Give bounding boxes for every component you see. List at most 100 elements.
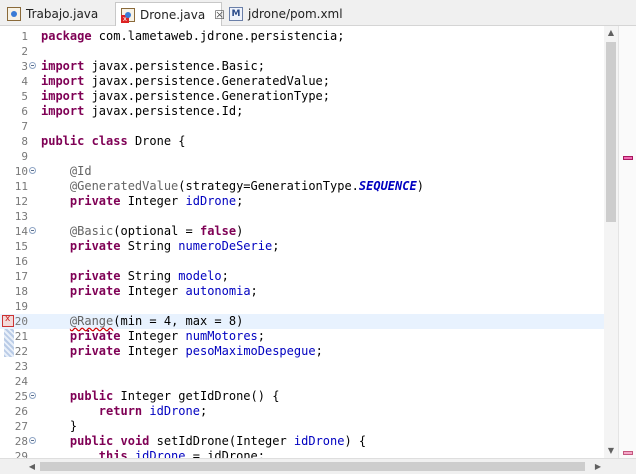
vertical-scroll-thumb[interactable] (606, 42, 616, 222)
line-number: 3 (21, 60, 28, 73)
line-number: 16 (14, 255, 28, 268)
code-line[interactable]: 14 @Basic(optional = false) (0, 224, 604, 239)
code-line[interactable]: 19 (0, 299, 604, 314)
line-number: 14 (14, 225, 28, 238)
code-text[interactable]: } (41, 419, 77, 434)
code-line[interactable]: 29 this.idDrone = idDrone; (0, 449, 604, 458)
line-number: 17 (14, 270, 28, 283)
code-line[interactable]: 23 (0, 359, 604, 374)
code-line[interactable]: 8 public class Drone { (0, 134, 604, 149)
line-number: 24 (14, 375, 28, 388)
code-line[interactable]: 27 } (0, 419, 604, 434)
scroll-up-icon[interactable]: ▲ (604, 26, 618, 40)
editor-tab-bar: Trabajo.java x Drone.java ☒ M jdrone/pom… (0, 0, 636, 26)
line-number: 29 (14, 450, 28, 458)
code-text[interactable]: import javax.persistence.GeneratedValue; (41, 74, 330, 89)
code-line[interactable]: 9 (0, 149, 604, 164)
code-text[interactable]: private String numeroDeSerie; (41, 239, 280, 254)
line-number: 11 (14, 180, 28, 193)
code-line[interactable]: 3 import javax.persistence.Basic; (0, 59, 604, 74)
code-line[interactable]: 7 (0, 119, 604, 134)
error-overview-marker[interactable] (623, 156, 633, 160)
code-text[interactable]: public void setIdDrone(Integer idDrone) … (41, 434, 366, 449)
scroll-down-icon[interactable]: ▼ (604, 444, 618, 458)
line-number: 13 (14, 210, 28, 223)
code-text[interactable]: this.idDrone = idDrone; (41, 449, 265, 458)
scroll-left-icon[interactable]: ◀ (25, 459, 39, 474)
code-line[interactable]: 26 return idDrone; (0, 404, 604, 419)
code-text[interactable]: private String modelo; (41, 269, 229, 284)
line-number: 9 (21, 150, 28, 163)
line-number: 19 (14, 300, 28, 313)
code-line[interactable]: 15 private String numeroDeSerie; (0, 239, 604, 254)
java-file-icon (7, 6, 21, 21)
code-line[interactable]: 11 @GeneratedValue(strategy=GenerationTy… (0, 179, 604, 194)
code-text[interactable]: private Integer pesoMaximoDespegue; (41, 344, 323, 359)
code-line[interactable]: 20 @Range(min = 4, max = 8) (0, 314, 604, 357)
code-line[interactable]: 4 import javax.persistence.GeneratedValue… (0, 74, 604, 89)
line-number: 23 (14, 360, 28, 373)
line-number: 26 (14, 405, 28, 418)
line-number: 28 (14, 435, 28, 448)
fold-toggle-icon[interactable] (29, 437, 36, 444)
line-number: 15 (14, 240, 28, 253)
error-overview-marker[interactable] (623, 451, 633, 455)
code-line[interactable]: 6 import javax.persistence.Id; (0, 104, 604, 119)
code-line[interactable]: 1 package com.lametaweb.jdrone.persistenc… (0, 29, 604, 44)
line-number: 4 (21, 75, 28, 88)
code-line[interactable]: 24 (0, 374, 604, 389)
code-line[interactable]: 12 private Integer idDrone; (0, 194, 604, 209)
line-number: 27 (14, 420, 28, 433)
maven-pom-icon: M (229, 6, 243, 21)
code-text[interactable]: @Range(min = 4, max = 8) (41, 314, 243, 329)
horizontal-scrollbar[interactable]: ◀ ▶ (0, 458, 636, 474)
code-text[interactable]: private Integer idDrone; (41, 194, 243, 209)
code-text[interactable]: @GeneratedValue(strategy=GenerationType.… (41, 179, 424, 194)
code-text[interactable]: package com.lametaweb.jdrone.persistenci… (41, 29, 344, 44)
fold-toggle-icon[interactable] (29, 167, 36, 174)
code-text[interactable]: private Integer numMotores; (41, 329, 265, 344)
code-text[interactable]: return idDrone; (41, 404, 207, 419)
code-line[interactable]: 17 private String modelo; (0, 269, 604, 284)
code-text[interactable]: @Basic(optional = false) (41, 224, 243, 239)
line-number: 10 (14, 165, 28, 178)
line-number: 7 (21, 120, 28, 133)
tab-trabajo-java[interactable]: Trabajo.java (2, 2, 114, 25)
line-number: 6 (21, 105, 28, 118)
code-line[interactable]: 16 (0, 254, 604, 269)
tab-pom-xml[interactable]: M jdrone/pom.xml (224, 2, 354, 25)
scroll-right-icon[interactable]: ▶ (591, 459, 605, 474)
fold-toggle-icon[interactable] (29, 62, 36, 69)
code-text[interactable]: import javax.persistence.Basic; (41, 59, 265, 74)
code-line[interactable]: 25 public Integer getIdDrone() { (0, 389, 604, 404)
code-text[interactable]: public class Drone { (41, 134, 186, 149)
tab-drone-java[interactable]: x Drone.java ☒ (115, 2, 225, 26)
code-text[interactable]: public Integer getIdDrone() { (41, 389, 280, 404)
line-number: 25 (14, 390, 28, 403)
code-line[interactable]: 2 (0, 44, 604, 59)
line-number: 12 (14, 195, 28, 208)
tab-label: jdrone/pom.xml (248, 6, 343, 21)
code-text[interactable]: @Id (41, 164, 92, 179)
overview-ruler[interactable] (618, 26, 636, 458)
code-line[interactable]: 13 (0, 209, 604, 224)
code-text[interactable]: import javax.persistence.Id; (41, 104, 243, 119)
vertical-scrollbar[interactable]: ▲ ▼ (604, 26, 618, 458)
line-number: 2 (21, 45, 28, 58)
fold-toggle-icon[interactable] (29, 392, 36, 399)
code-line[interactable]: 21 private Integer numMotores; (0, 329, 604, 344)
code-line[interactable]: 28 public void setIdDrone(Integer idDron… (0, 434, 604, 449)
line-number: 5 (21, 90, 28, 103)
fold-toggle-icon[interactable] (29, 227, 36, 234)
tab-label: Trabajo.java (26, 6, 99, 21)
code-text[interactable]: import javax.persistence.GenerationType; (41, 89, 330, 104)
code-line[interactable]: 18 private Integer autonomia; (0, 284, 604, 299)
code-line[interactable]: 22 private Integer pesoMaximoDespegue; (0, 344, 604, 359)
code-line[interactable]: 10 @Id (0, 164, 604, 179)
error-marker-icon[interactable] (2, 314, 14, 327)
line-number: 21 (14, 330, 28, 343)
code-line[interactable]: 5 import javax.persistence.GenerationType… (0, 89, 604, 104)
code-text[interactable]: private Integer autonomia; (41, 284, 258, 299)
code-editor[interactable]: 1 package com.lametaweb.jdrone.persistenc… (0, 26, 604, 458)
horizontal-scroll-thumb[interactable] (40, 462, 585, 471)
